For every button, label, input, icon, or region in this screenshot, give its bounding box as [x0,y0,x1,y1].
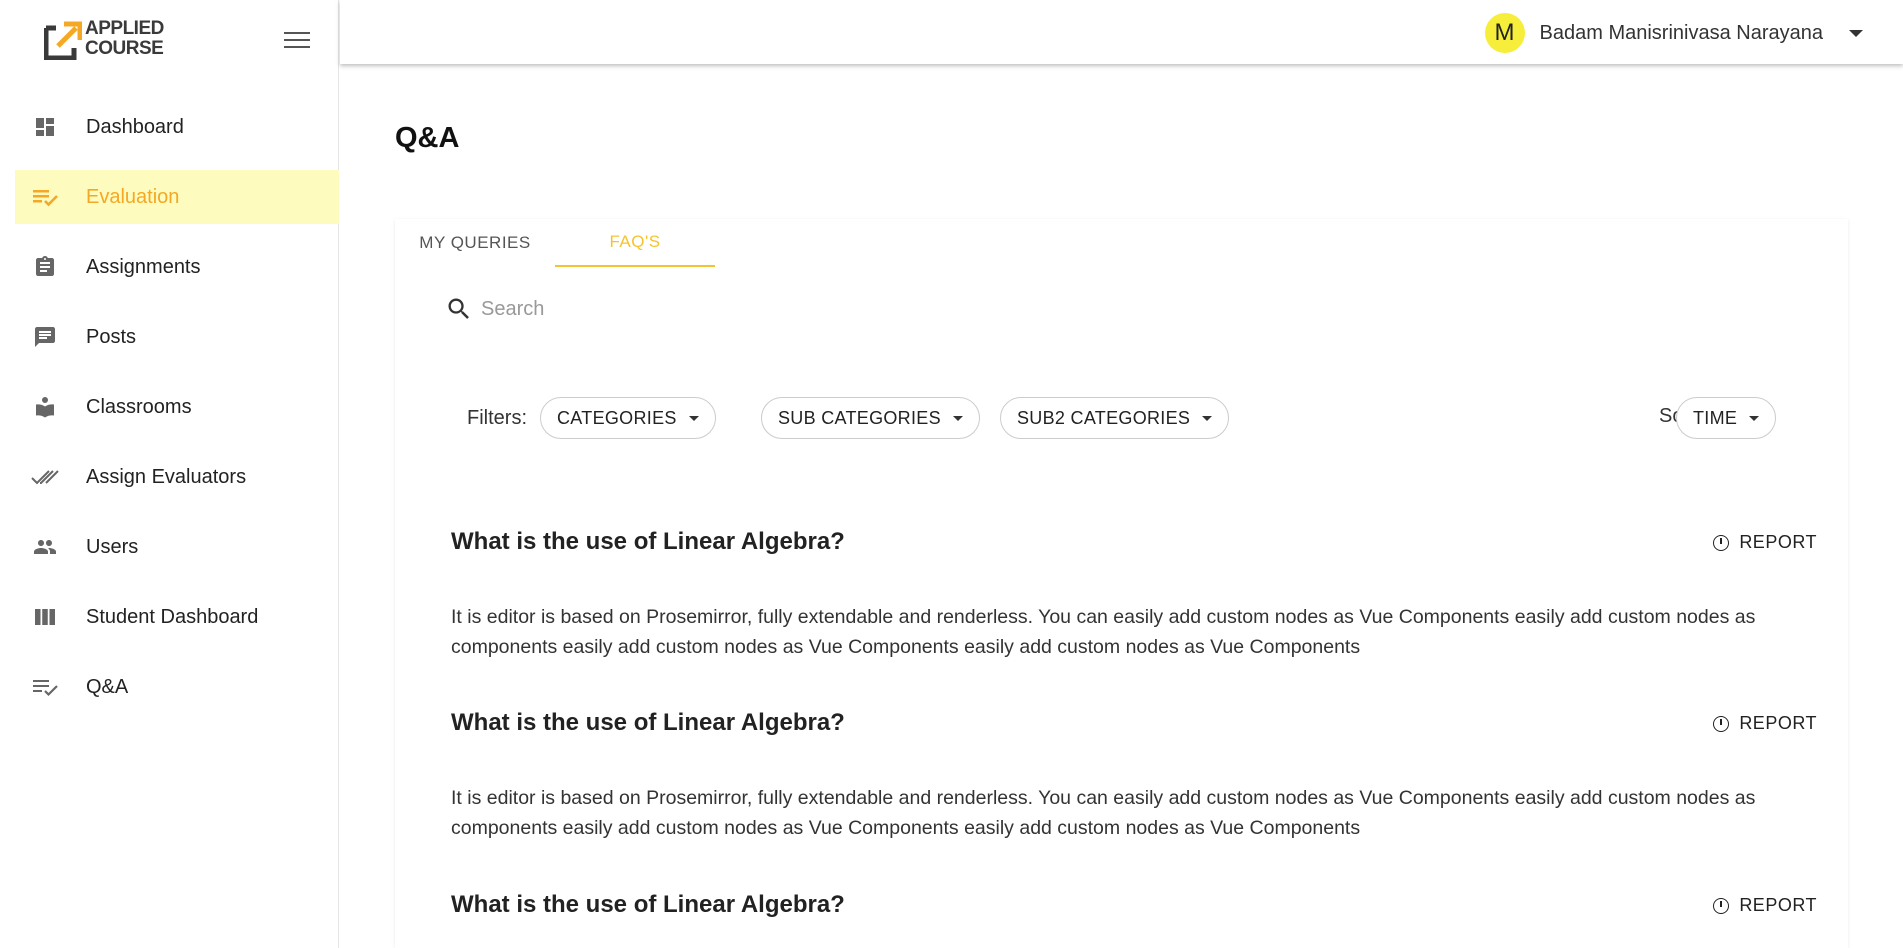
columns-icon [31,603,59,631]
faq-question[interactable]: What is the use of Linear Algebra? [451,528,1817,556]
menu-icon[interactable] [284,32,310,52]
sidebar-item-label: Assign Evaluators [86,465,247,488]
sort-value: TIME [1693,407,1738,428]
sub-categories-dropdown[interactable]: SUB CATEGORIES [761,397,980,439]
categories-label: CATEGORIES [557,407,677,428]
logo-line-1: APPLIED [85,18,164,39]
sidebar-item-posts[interactable]: Posts [15,310,339,364]
sidebar-item-label: Posts [86,325,137,348]
sidebar-item-label: Dashboard [86,115,184,138]
filters-label: Filters: [467,407,527,429]
sidebar-item-assignments[interactable]: Assignments [15,240,339,294]
tab-my-queries[interactable]: MY QUERIES [395,219,555,267]
sidebar-item-label: Assignments [86,255,201,278]
report-label: REPORT [1739,895,1817,915]
search-icon [448,298,469,319]
faq-question[interactable]: What is the use of Linear Algebra? [451,709,1817,737]
logo[interactable]: APPLIED COURSE [44,18,164,60]
faq-answer: It is editor is based on Prosemirror, fu… [451,606,1756,658]
sidebar-item-classrooms[interactable]: Classrooms [15,380,339,434]
sub2-categories-dropdown[interactable]: SUB2 CATEGORIES [1000,397,1230,439]
sidebar-nav: Dashboard Evaluation Assignments Posts C… [15,100,339,730]
top-bar: M Badam Manisrinivasa Narayana [340,0,1903,64]
faq-question[interactable]: What is the use of Linear Algebra? [451,891,1817,919]
dashboard-icon [31,113,59,141]
sidebar: APPLIED COURSE Dashboard Evaluation Assi… [0,0,339,948]
chevron-down-icon[interactable] [1849,29,1863,37]
logo-text: APPLIED COURSE [85,19,164,59]
info-icon [1713,715,1730,732]
sort-dropdown[interactable]: TIME [1676,397,1777,439]
qa-card: MY QUERIES FAQ'S Filters: CATEGORIES SUB… [395,219,1848,948]
search-bar [445,295,881,323]
page-title: Q&A [395,122,460,154]
user-name[interactable]: Badam Manisrinivasa Narayana [1540,22,1823,45]
faq-item: What is the use of Linear Algebra? REPOR… [451,709,1817,839]
users-icon [31,533,59,561]
assignment-icon [31,253,59,281]
logo-icon [44,21,82,60]
search-input[interactable] [481,297,881,321]
faq-answer: It is editor is based on Prosemirror, fu… [451,787,1756,839]
classroom-icon [31,393,59,421]
posts-icon [31,323,59,351]
filters-bar: Filters: CATEGORIES SUB CATEGORIES SUB2 … [467,397,1777,439]
report-button[interactable]: REPORT [1713,895,1817,916]
categories-dropdown[interactable]: CATEGORIES [540,397,716,439]
report-button[interactable]: REPORT [1713,532,1817,553]
sidebar-item-users[interactable]: Users [15,520,339,574]
report-label: REPORT [1739,713,1817,733]
arrow-down-icon [952,415,963,421]
double-check-icon [31,463,59,491]
arrow-down-icon [1749,415,1760,421]
arrow-down-icon [1202,415,1213,421]
tabs: MY QUERIES FAQ'S [395,219,715,267]
sidebar-item-label: Evaluation [86,185,180,208]
sidebar-item-dashboard[interactable]: Dashboard [15,100,339,154]
report-label: REPORT [1739,532,1817,552]
logo-line-2: COURSE [85,38,164,59]
sidebar-item-evaluation[interactable]: Evaluation [15,170,339,224]
avatar[interactable]: M [1484,13,1525,53]
evaluation-icon [31,183,59,211]
sidebar-item-label: Users [86,535,139,558]
info-icon [1713,534,1730,551]
faq-item: What is the use of Linear Algebra? REPOR… [451,891,1817,919]
sidebar-item-student-dashboard[interactable]: Student Dashboard [15,590,339,644]
arrow-down-icon [688,415,699,421]
sidebar-item-label: Q&A [86,675,129,698]
user-menu[interactable]: M Badam Manisrinivasa Narayana [1484,13,1863,53]
sub-categories-label: SUB CATEGORIES [778,407,941,428]
sidebar-item-assign-evaluators[interactable]: Assign Evaluators [15,450,339,504]
report-button[interactable]: REPORT [1713,713,1817,734]
sidebar-item-qa[interactable]: Q&A [15,660,339,714]
info-icon [1713,897,1730,914]
sidebar-item-label: Classrooms [86,395,192,418]
tab-faqs[interactable]: FAQ'S [555,219,715,267]
faq-item: What is the use of Linear Algebra? REPOR… [451,528,1817,658]
sidebar-item-label: Student Dashboard [86,605,259,628]
qa-icon [31,673,59,701]
sub2-categories-label: SUB2 CATEGORIES [1017,407,1191,428]
